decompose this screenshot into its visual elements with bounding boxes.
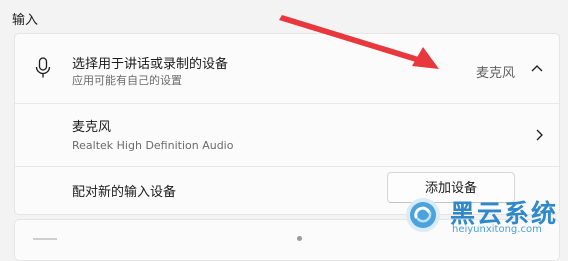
partial-label (33, 238, 57, 240)
device-selector-subtitle: 应用可能有自己的设置 (72, 74, 182, 87)
partial-slider-thumb (297, 236, 302, 241)
microphone-device-row[interactable]: 麦克风 Realtek High Definition Audio (15, 103, 559, 166)
input-device-card: 选择用于讲话或录制的设备 应用可能有自己的设置 麦克风 麦克风 Realtek … (14, 33, 560, 215)
selected-device-value: 麦克风 (476, 66, 516, 81)
pair-new-input-label: 配对新的输入设备 (72, 185, 177, 200)
chevron-right-icon[interactable] (534, 128, 544, 142)
microphone-icon (35, 57, 51, 78)
microphone-device-title: 麦克风 (72, 120, 112, 135)
watermark-logo-icon (406, 198, 440, 232)
watermark: 黑云系统 heiyunxitong.com (404, 194, 564, 240)
microphone-device-driver: Realtek High Definition Audio (72, 139, 234, 152)
device-selector-header[interactable]: 选择用于讲话或录制的设备 应用可能有自己的设置 麦克风 (15, 34, 559, 102)
chevron-up-icon[interactable] (530, 63, 544, 73)
watermark-url: heiyunxitong.com (452, 224, 542, 235)
device-selector-title: 选择用于讲话或录制的设备 (72, 57, 229, 72)
section-title: 输入 (12, 13, 39, 28)
